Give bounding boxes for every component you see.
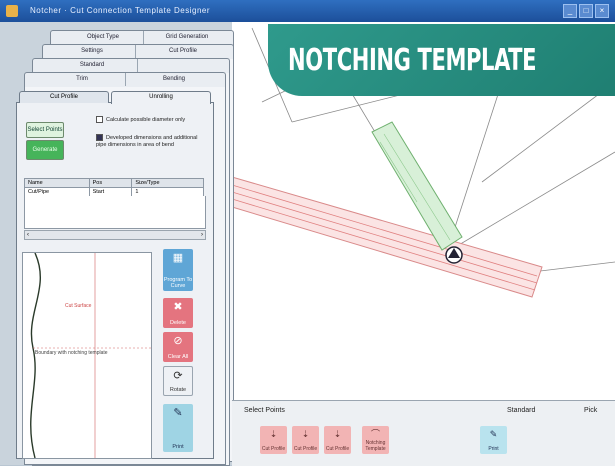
selection-marker-icon[interactable] — [445, 246, 463, 264]
tool-label: Cut Profile — [261, 446, 286, 452]
select-points-button[interactable]: Select Points — [26, 122, 64, 138]
window-title: Notcher · Cut Connection Template Design… — [30, 6, 211, 15]
minimize-button[interactable]: _ — [563, 4, 577, 18]
construction-line — [446, 151, 615, 253]
unrolled-profile-preview: Cut Surface Boundary with notching templ… — [22, 252, 152, 459]
horizontal-scrollbar[interactable]: ‹ › — [24, 230, 206, 240]
table-header: Name — [24, 178, 90, 188]
toolbar-label: Select Points — [244, 407, 285, 414]
toolbar-label[interactable]: Standard — [507, 407, 535, 414]
table-header: Size/Type — [131, 178, 204, 188]
maximize-button[interactable]: □ — [579, 4, 593, 18]
checkbox-label: Developed dimensions and additional pipe… — [96, 134, 198, 148]
button-label: Print — [172, 444, 184, 450]
profile-annotation: Cut Surface — [65, 303, 92, 309]
button-label: Rotate — [169, 387, 187, 393]
tab-trim[interactable]: Trim — [39, 73, 126, 86]
pipe-icon: ⇣ — [301, 429, 310, 439]
table-body — [24, 196, 206, 229]
tab-settings[interactable]: Settings — [49, 45, 136, 58]
checkbox-box[interactable] — [96, 116, 103, 123]
button-label: Delete — [170, 320, 186, 326]
tab-object-type[interactable]: Object Type — [63, 31, 144, 44]
generate-button[interactable]: Generate — [26, 140, 64, 160]
print-button[interactable]: ✎ Print — [163, 404, 193, 452]
tab-grid-generation[interactable]: Grid Generation — [143, 31, 231, 44]
bottom-toolbar: Select Points Standard Pick ⇣ Cut Profile… — [232, 400, 615, 466]
tab-standard[interactable]: Standard — [47, 59, 138, 72]
button-label: Program To Curve — [163, 277, 193, 289]
cut-profile-tool-button[interactable]: ⇣ Cut Profile — [292, 426, 319, 454]
scroll-left-icon[interactable]: ‹ — [27, 231, 29, 239]
notching-template-tool-button[interactable]: ⌒ Notching Template — [362, 426, 389, 454]
scroll-right-icon[interactable]: › — [201, 231, 203, 239]
delete-button[interactable]: ✖ Delete — [163, 298, 193, 328]
banner-title: NOTCHING TEMPLATE — [288, 42, 537, 78]
tab-cut-profile[interactable]: Cut Profile — [19, 91, 109, 103]
print-tool-button[interactable]: ✎ Print — [480, 426, 507, 454]
delete-icon: ✖ — [173, 301, 183, 313]
print-icon: ✎ — [489, 429, 498, 439]
construction-line — [481, 81, 615, 183]
construction-line — [531, 261, 615, 273]
application-window: Notcher · Cut Connection Template Design… — [0, 0, 615, 466]
tab-row: Trim Bending — [24, 72, 226, 87]
pipe-icon: ⇣ — [269, 429, 278, 439]
rotate-icon: ⟳ — [173, 370, 183, 382]
close-button[interactable]: × — [595, 4, 609, 18]
program-to-curve-button[interactable]: ▦ Program To Curve — [163, 249, 193, 291]
tab-cut-profile-upper[interactable]: Cut Profile — [135, 45, 231, 58]
clear-icon: ⊘ — [173, 335, 183, 347]
print-icon: ✎ — [173, 407, 183, 419]
points-table: Name Pos Size/Type Cut/Pipe Start 1 — [24, 178, 204, 197]
template-icon: ⌒ — [370, 429, 380, 439]
tab-row: Standard — [32, 58, 230, 73]
cut-profile-tool-button[interactable]: ⇣ Cut Profile — [260, 426, 287, 454]
checkbox-box[interactable] — [96, 134, 103, 141]
checkbox-diameter-only[interactable]: Calculate possible diameter only — [96, 116, 208, 124]
tab-row: Settings Cut Profile — [42, 44, 234, 59]
pipe-icon: ⇣ — [333, 429, 342, 439]
tool-label: Cut Profile — [293, 446, 318, 452]
checkbox-developed-dimensions[interactable]: Developed dimensions and additional pipe… — [96, 134, 208, 149]
program-icon: ▦ — [172, 252, 184, 264]
tab-unrolling[interactable]: Unrolling — [111, 91, 211, 104]
tool-label: Cut Profile — [325, 446, 350, 452]
tab-bending[interactable]: Bending — [125, 73, 223, 86]
main-pipe[interactable] — [232, 176, 543, 298]
app-icon — [6, 5, 18, 17]
profile-annotation: Boundary with notching template — [35, 350, 108, 356]
clear-all-button[interactable]: ⊘ Clear All — [163, 332, 193, 362]
button-label: Clear All — [167, 354, 189, 360]
tool-label: Notching Template — [365, 440, 386, 452]
tab-row: Object Type Grid Generation — [50, 30, 234, 45]
tool-label: Print — [488, 446, 499, 452]
title-bar: Notcher · Cut Connection Template Design… — [0, 0, 615, 22]
cut-profile-tool-button[interactable]: ⇣ Cut Profile — [324, 426, 351, 454]
notching-template-banner: NOTCHING TEMPLATE — [268, 24, 615, 96]
table-header: Pos — [88, 178, 133, 188]
rotate-button[interactable]: ⟳ Rotate — [163, 366, 193, 396]
checkbox-label: Calculate possible diameter only — [106, 116, 186, 123]
toolbar-label[interactable]: Pick — [584, 407, 597, 414]
